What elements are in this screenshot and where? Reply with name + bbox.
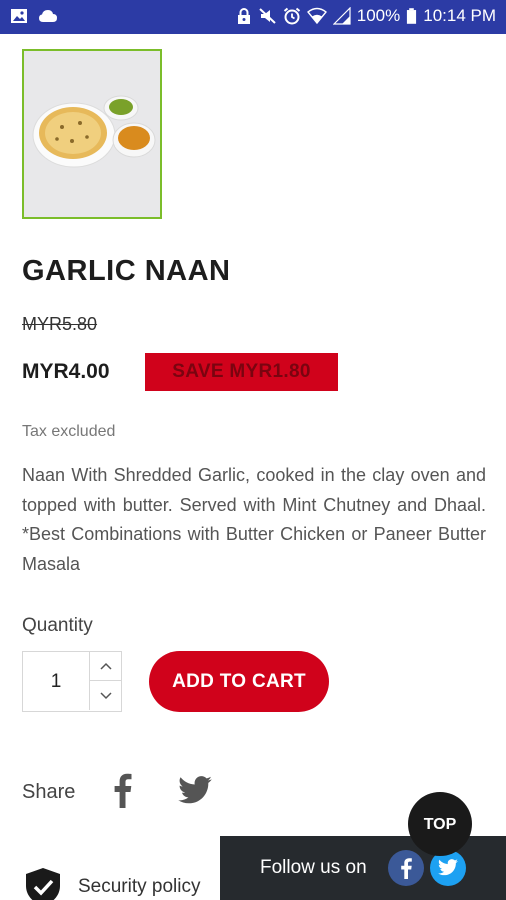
status-bar: 100% 10:14 PM bbox=[0, 0, 506, 34]
battery-icon bbox=[407, 8, 417, 24]
add-to-cart-button[interactable]: ADD TO CART bbox=[149, 651, 329, 712]
product-title: GARLIC NAAN bbox=[22, 255, 231, 287]
image-icon bbox=[11, 9, 27, 23]
quantity-stepper: 1 bbox=[22, 651, 122, 712]
quantity-decrease-button[interactable] bbox=[89, 681, 121, 710]
shield-check-icon bbox=[26, 868, 60, 900]
twitter-share-icon[interactable] bbox=[178, 776, 212, 804]
security-policy[interactable]: Security policy bbox=[22, 866, 201, 900]
mute-icon bbox=[259, 8, 276, 24]
quantity-increase-button[interactable] bbox=[89, 652, 121, 681]
tax-note: Tax excluded bbox=[22, 423, 116, 440]
current-price: MYR4.00 bbox=[22, 360, 110, 383]
product-thumbnail[interactable] bbox=[22, 49, 162, 219]
share-label: Share bbox=[22, 781, 76, 803]
cloud-icon bbox=[39, 10, 57, 22]
clock: 10:14 PM bbox=[423, 6, 496, 25]
chevron-up-icon bbox=[99, 662, 112, 670]
original-price: MYR5.80 bbox=[22, 314, 98, 334]
follow-us-label: Follow us on bbox=[260, 857, 367, 878]
chevron-down-icon bbox=[99, 691, 112, 699]
facebook-share-icon[interactable] bbox=[110, 772, 134, 808]
lock-icon bbox=[237, 8, 250, 24]
battery-percent: 100% bbox=[356, 6, 401, 25]
product-image bbox=[24, 51, 160, 217]
quantity-label: Quantity bbox=[22, 615, 93, 636]
alarm-icon bbox=[283, 7, 300, 25]
product-description: Naan With Shredded Garlic, cooked in the… bbox=[22, 465, 486, 574]
wifi-icon bbox=[306, 7, 327, 25]
security-policy-label: Security policy bbox=[78, 876, 201, 897]
save-badge: SAVE MYR1.80 bbox=[145, 353, 338, 391]
quantity-input[interactable]: 1 bbox=[23, 652, 89, 711]
signal-icon bbox=[332, 7, 351, 25]
scroll-to-top-button[interactable]: TOP bbox=[408, 792, 472, 856]
facebook-follow-icon[interactable] bbox=[388, 850, 424, 886]
